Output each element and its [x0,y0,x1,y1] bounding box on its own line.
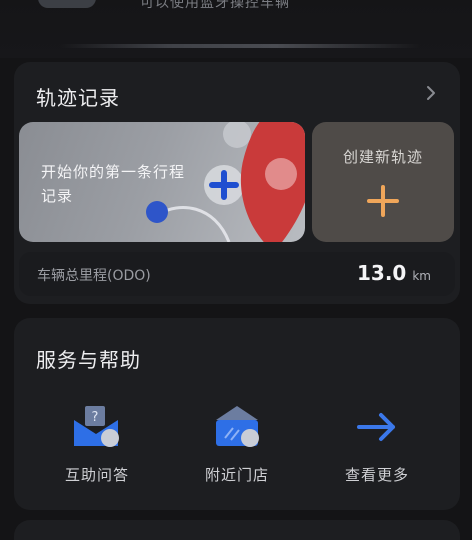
odometer-unit: km [412,269,431,283]
service-item-store[interactable]: 附近门店 [177,404,297,494]
service-help-card: 服务与帮助 ? 互助问答 附近门店 查看更多 [14,318,460,510]
chevron-right-icon[interactable] [422,84,440,102]
arrow-right-icon [357,413,395,441]
qa-envelope-icon: ? [74,406,119,447]
odometer-label: 车辆总里程(ODO) [37,268,151,284]
service-item-qa[interactable]: ? 互助问答 [37,404,157,494]
service-item-qa-label: 互助问答 [64,466,129,484]
service-help-title: 服务与帮助 [36,348,141,372]
first-track-banner[interactable]: 开始你的第一条行程记录 [19,122,305,242]
store-icon [216,406,259,447]
plus-icon [367,185,399,217]
svg-text:?: ? [92,410,99,425]
bluetooth-control-subtitle: 可以使用蓝牙操控车辆 [140,0,290,11]
create-track-label: 创建新轨迹 [342,148,423,166]
odometer-value: 13.0 km [357,261,431,285]
vehicle-control-banner[interactable]: 可以使用蓝牙操控车辆 [0,0,472,58]
create-track-button[interactable]: 创建新轨迹 [312,122,454,242]
service-item-store-label: 附近门店 [204,466,269,484]
track-record-title: 轨迹记录 [36,86,120,110]
first-track-text: 开始你的第一条行程记录 [41,163,186,205]
track-record-card: 轨迹记录 开始你的第一条行程记录 创建新轨迹 车辆总里程(ODO) 13.0 km [14,62,460,304]
odometer-row: 车辆总里程(ODO) 13.0 km [19,252,455,296]
service-item-more-label: 查看更多 [344,466,409,484]
divider [60,44,420,48]
service-item-more[interactable]: 查看更多 [317,404,437,494]
car-thumbnail [38,0,96,8]
next-card-edge [14,520,460,540]
